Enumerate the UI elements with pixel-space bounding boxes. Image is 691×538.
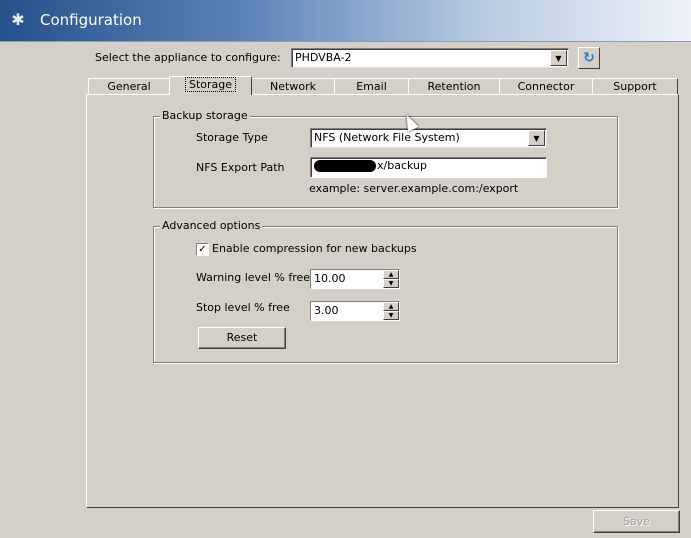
compression-checkbox[interactable]: ✓ — [196, 243, 209, 256]
reset-button[interactable]: Reset — [198, 327, 286, 349]
chevron-down-icon[interactable]: ▼ — [528, 130, 545, 146]
tab-storage[interactable]: Storage — [169, 76, 252, 95]
warning-level-label: Warning level % free — [196, 271, 311, 284]
nfs-path-input[interactable]: x/backup — [310, 157, 547, 178]
stop-level-label: Stop level % free — [196, 301, 290, 314]
chevron-down-icon[interactable]: ▼ — [550, 50, 567, 66]
gear-icon: ✱ — [11, 10, 25, 29]
warning-level-stepper[interactable]: 10.00 ▲ ▼ — [310, 269, 400, 289]
backup-storage-title: Backup storage — [160, 109, 250, 122]
advanced-options-title: Advanced options — [160, 219, 263, 232]
spin-down-icon[interactable]: ▼ — [383, 311, 399, 320]
storage-type-value: NFS (Network File System) — [314, 131, 460, 144]
storage-type-label: Storage Type — [196, 131, 268, 144]
compression-label[interactable]: Enable compression for new backups — [212, 242, 417, 255]
spin-up-icon[interactable]: ▲ — [383, 270, 399, 279]
appliance-label: Select the appliance to configure: — [95, 51, 281, 64]
warning-level-value: 10.00 — [314, 272, 346, 285]
stop-level-value: 3.00 — [314, 304, 339, 317]
save-button[interactable]: Save — [593, 510, 680, 533]
spin-down-icon[interactable]: ▼ — [383, 279, 399, 288]
window-title: Configuration — [40, 11, 142, 29]
refresh-button[interactable]: ↻ — [578, 47, 600, 69]
nfs-path-example: example: server.example.com:/export — [309, 182, 519, 195]
nfs-path-label: NFS Export Path — [196, 161, 285, 174]
stop-level-stepper[interactable]: 3.00 ▲ ▼ — [310, 301, 400, 321]
nfs-path-value: x/backup — [377, 159, 427, 172]
appliance-select[interactable]: PHDVBA-2 ▼ — [291, 48, 569, 68]
appliance-select-value: PHDVBA-2 — [295, 51, 352, 64]
storage-type-select[interactable]: NFS (Network File System) ▼ — [310, 128, 547, 148]
spin-up-icon[interactable]: ▲ — [383, 302, 399, 311]
refresh-icon: ↻ — [583, 50, 595, 66]
redaction-mark — [314, 160, 376, 172]
title-bar: ✱ Configuration — [0, 0, 691, 42]
